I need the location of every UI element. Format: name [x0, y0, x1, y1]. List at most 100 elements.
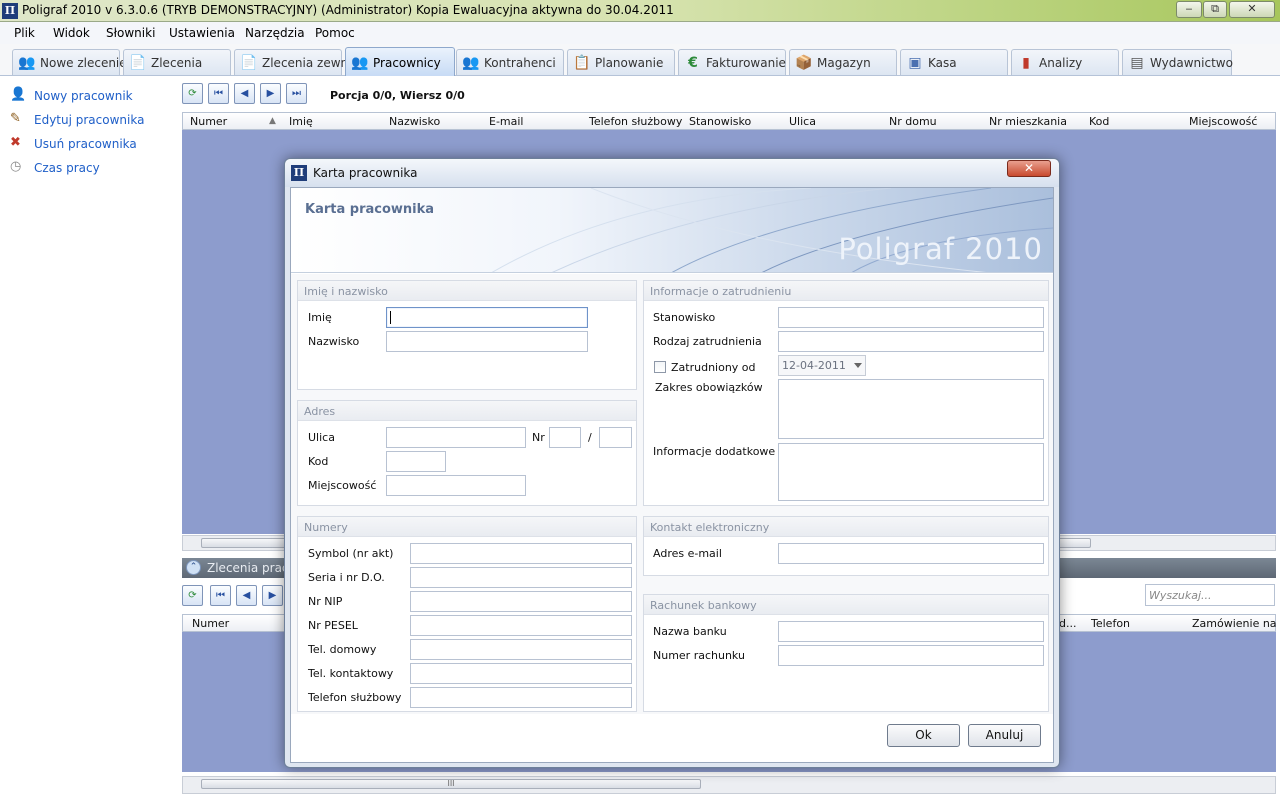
- tab-zlecenia-zewn[interactable]: 📄 Zlecenia zewn.: [234, 49, 352, 75]
- document-icon: 📄: [240, 55, 258, 71]
- previous-record-button[interactable]: ◀: [234, 83, 255, 104]
- menu-narzedzia[interactable]: Narzędzia: [245, 26, 305, 40]
- position-input[interactable]: [778, 307, 1044, 328]
- tab-label: Zlecenia zewn.: [262, 56, 352, 70]
- tab-zlecenia[interactable]: 📄 Zlecenia: [123, 49, 231, 75]
- group-address: Adres Ulica Nr / Kod Miejscowość: [297, 400, 637, 506]
- tab-planowanie[interactable]: 📋 Planowanie: [567, 49, 675, 75]
- employed-since-checkbox[interactable]: [654, 361, 666, 373]
- scrollbar-thumb[interactable]: III: [201, 779, 701, 789]
- collapse-icon[interactable]: ⌃: [186, 560, 201, 575]
- employment-type-input[interactable]: [778, 331, 1044, 352]
- first-record-button[interactable]: ⏮: [208, 83, 229, 104]
- dialog-close-button[interactable]: ✕: [1007, 160, 1051, 177]
- tab-fakturowanie[interactable]: € Fakturowanie: [678, 49, 786, 75]
- column-header[interactable]: Nr domu: [889, 115, 937, 128]
- menu-plik[interactable]: Plik: [14, 26, 35, 40]
- id-document-label: Seria i nr D.O.: [308, 571, 385, 584]
- pesel-input[interactable]: [410, 615, 632, 636]
- cancel-button[interactable]: Anuluj: [968, 724, 1041, 747]
- close-button[interactable]: ✕: [1229, 1, 1275, 18]
- tab-kasa[interactable]: ▣ Kasa: [900, 49, 1008, 75]
- text-caret: [390, 311, 391, 324]
- bank-name-input[interactable]: [778, 621, 1044, 642]
- menu-ustawienia[interactable]: Ustawienia: [169, 26, 235, 40]
- next-record-button[interactable]: ▶: [262, 585, 283, 606]
- group-header: Rachunek bankowy: [644, 595, 1048, 615]
- contact-phone-input[interactable]: [410, 663, 632, 684]
- column-header[interactable]: Telefon: [1091, 617, 1130, 630]
- duties-textarea[interactable]: [778, 379, 1044, 439]
- column-header[interactable]: Telefon służbowy: [589, 115, 682, 128]
- search-input[interactable]: Wyszukaj...: [1145, 584, 1275, 606]
- tab-magazyn[interactable]: 📦 Magazyn: [789, 49, 897, 75]
- column-header[interactable]: Nr mieszkania: [989, 115, 1067, 128]
- last-record-button[interactable]: ⏭: [286, 83, 307, 104]
- menu-bar: Plik Widok Słowniki Ustawienia Narzędzia…: [0, 22, 1280, 44]
- first-record-button[interactable]: ⏮: [210, 585, 231, 606]
- tab-label: Planowanie: [595, 56, 664, 70]
- tab-label: Nowe zlecenie: [40, 56, 127, 70]
- file-number-input[interactable]: [410, 543, 632, 564]
- postal-code-input[interactable]: [386, 451, 446, 472]
- menu-slowniki[interactable]: Słowniki: [106, 26, 155, 40]
- window-title-bar: Π Poligraf 2010 v 6.3.0.6 (TRYB DEMONSTR…: [0, 0, 1280, 22]
- column-header[interactable]: Zamówienie na: [1192, 617, 1277, 630]
- nip-input[interactable]: [410, 591, 632, 612]
- previous-record-button[interactable]: ◀: [236, 585, 257, 606]
- tab-wydawnictwo[interactable]: ▤ Wydawnictwo: [1122, 49, 1233, 75]
- work-phone-input[interactable]: [410, 687, 632, 708]
- book-icon: ▤: [1130, 55, 1144, 71]
- column-header[interactable]: Imię: [289, 115, 313, 128]
- employee-card-dialog: Π Karta pracownika ✕ Karta pracownika Po…: [284, 158, 1060, 768]
- next-record-button[interactable]: ▶: [260, 83, 281, 104]
- employment-date-picker[interactable]: 12-04-2011: [778, 355, 866, 376]
- house-number-input[interactable]: [549, 427, 581, 448]
- additional-info-textarea[interactable]: [778, 443, 1044, 501]
- last-name-label: Nazwisko: [308, 335, 360, 348]
- street-input[interactable]: [386, 427, 526, 448]
- tab-pracownicy[interactable]: 👥 Pracownicy: [345, 47, 455, 76]
- home-phone-input[interactable]: [410, 639, 632, 660]
- apartment-number-input[interactable]: [599, 427, 632, 448]
- column-header[interactable]: d...: [1059, 617, 1076, 630]
- tab-analizy[interactable]: ▮ Analizy: [1011, 49, 1119, 75]
- column-header[interactable]: Ulica: [789, 115, 816, 128]
- group-header: Numery: [298, 517, 636, 537]
- sidebar-item-label: Czas pracy: [34, 161, 100, 175]
- nip-label: Nr NIP: [308, 595, 343, 608]
- column-header[interactable]: E-mail: [489, 115, 524, 128]
- column-header[interactable]: Numer: [190, 115, 227, 128]
- first-name-input[interactable]: [386, 307, 588, 328]
- lower-panel-title: Zlecenia praco: [207, 561, 296, 575]
- last-name-input[interactable]: [386, 331, 588, 352]
- menu-widok[interactable]: Widok: [53, 26, 90, 40]
- sidebar-item-label: Usuń pracownika: [34, 137, 137, 151]
- minimize-button[interactable]: ‒: [1176, 1, 1202, 18]
- refresh-button[interactable]: ⟳: [182, 585, 203, 606]
- column-header[interactable]: Miejscowość: [1189, 115, 1257, 128]
- column-header[interactable]: Kod: [1089, 115, 1109, 128]
- refresh-button[interactable]: ⟳: [182, 83, 203, 104]
- tab-nowe-zlecenie[interactable]: 👥 Nowe zlecenie: [12, 49, 127, 75]
- group-name: Imię i nazwisko Imię Nazwisko: [297, 280, 637, 390]
- city-input[interactable]: [386, 475, 526, 496]
- id-document-input[interactable]: [410, 567, 632, 588]
- column-header[interactable]: Stanowisko: [689, 115, 751, 128]
- group-header-label: Numery: [304, 521, 348, 534]
- account-number-input[interactable]: [778, 645, 1044, 666]
- maximize-button[interactable]: ⧉: [1203, 1, 1227, 18]
- tab-label: Kasa: [928, 56, 957, 70]
- add-person-icon: 👤: [10, 87, 27, 102]
- email-input[interactable]: [778, 543, 1044, 564]
- menu-pomoc[interactable]: Pomoc: [315, 26, 355, 40]
- group-header-label: Imię i nazwisko: [304, 285, 388, 298]
- column-header[interactable]: Nazwisko: [389, 115, 440, 128]
- banner-logo: Poligraf 2010: [838, 232, 1043, 266]
- column-header[interactable]: Numer: [192, 617, 229, 630]
- tab-kontrahenci[interactable]: 👥 Kontrahenci: [456, 49, 564, 75]
- window-title: Poligraf 2010 v 6.3.0.6 (TRYB DEMONSTRAC…: [22, 3, 674, 17]
- ok-button[interactable]: Ok: [887, 724, 960, 747]
- work-phone-label: Telefon służbowy: [308, 691, 402, 704]
- lower-horizontal-scrollbar[interactable]: III: [182, 776, 1276, 794]
